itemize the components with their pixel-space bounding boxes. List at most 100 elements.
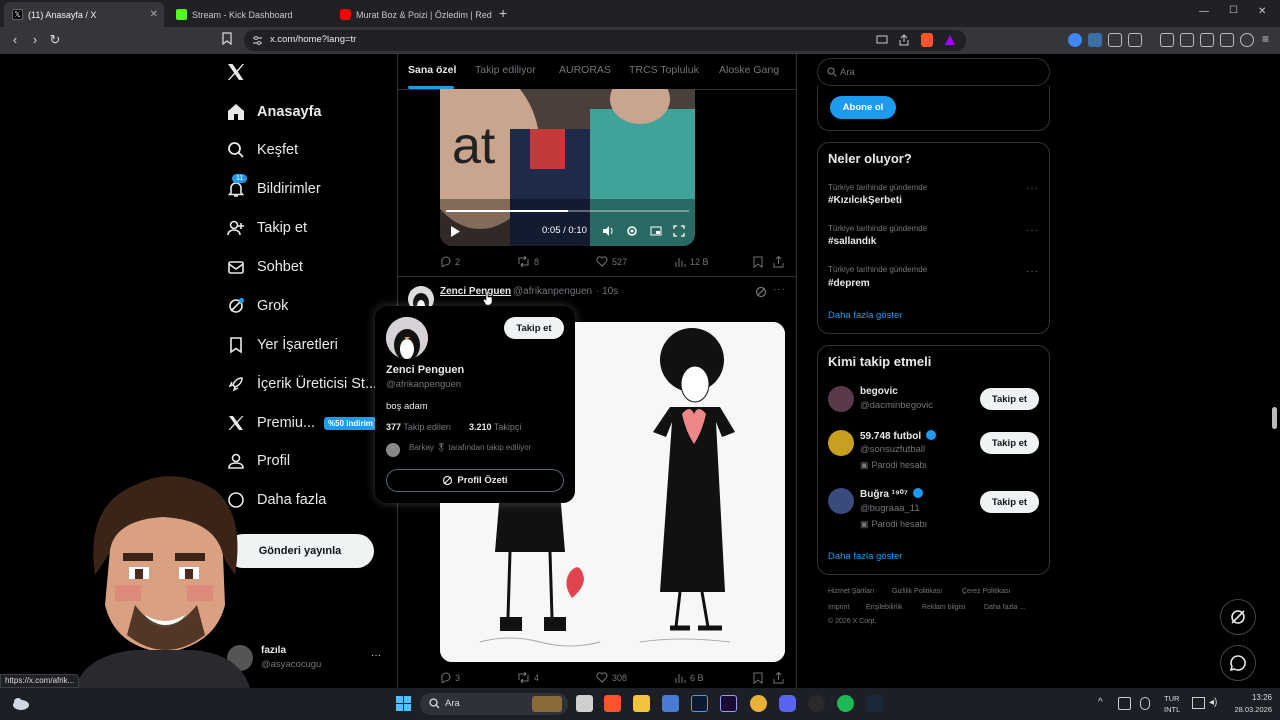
post-author-handle[interactable]: @afrikanpenguen bbox=[513, 286, 592, 297]
new-tab-button[interactable]: + bbox=[499, 5, 507, 21]
trend-item[interactable]: #deprem bbox=[828, 278, 870, 289]
grok-float-button[interactable] bbox=[1220, 599, 1256, 635]
tab-auroras[interactable]: AURORAS bbox=[559, 64, 611, 76]
clock-date[interactable]: 28.03.2026 bbox=[1226, 705, 1272, 714]
media-icon[interactable] bbox=[1160, 33, 1174, 47]
sidebar-icon[interactable] bbox=[1180, 33, 1194, 47]
bookmark-post-icon[interactable] bbox=[753, 256, 763, 268]
reload-icon[interactable]: ↻ bbox=[47, 32, 63, 48]
sidebar-item-grok[interactable]: Grok bbox=[226, 288, 288, 324]
address-bar[interactable]: x.com/home?lang=tr bbox=[244, 30, 966, 51]
bookmark-post-icon[interactable] bbox=[753, 672, 763, 684]
browser-tab-youtube[interactable]: Murat Boz & Poizi | Özledim | Red Bu bbox=[332, 2, 492, 27]
file-explorer-icon[interactable] bbox=[633, 695, 650, 712]
vpn-icon[interactable] bbox=[1240, 33, 1254, 47]
store-icon[interactable] bbox=[662, 695, 679, 712]
extension-icon[interactable] bbox=[1068, 33, 1082, 47]
hovercard-name[interactable]: Zenci Penguen bbox=[386, 364, 464, 376]
hovercard-handle[interactable]: @afrikanpenguen bbox=[386, 379, 461, 390]
footer-link[interactable]: Hizmet Şartları bbox=[828, 588, 874, 595]
settings-icon[interactable] bbox=[626, 225, 638, 237]
suggestion-handle[interactable]: @sonsuzfutball bbox=[860, 444, 925, 455]
leo-icon[interactable] bbox=[1220, 33, 1234, 47]
fullscreen-icon[interactable] bbox=[673, 225, 685, 237]
screen-cast-icon[interactable] bbox=[876, 34, 888, 46]
maximize-button[interactable]: ☐ bbox=[1229, 5, 1238, 16]
footer-link[interactable]: Gizlilik Politikası bbox=[892, 588, 942, 595]
trend-more-icon[interactable]: ··· bbox=[1026, 183, 1039, 194]
footer-link[interactable]: Imprint bbox=[828, 604, 849, 611]
sidebar-item-home[interactable]: Anasayfa bbox=[226, 94, 321, 130]
trends-show-more-link[interactable]: Daha fazla göster bbox=[828, 310, 902, 321]
volume-tray-icon[interactable]: ◂) bbox=[1209, 697, 1217, 708]
tray-chevron-icon[interactable]: ^ bbox=[1098, 697, 1103, 708]
page-scrollbar-thumb[interactable] bbox=[1272, 407, 1277, 429]
x-home-logo-icon[interactable] bbox=[226, 62, 246, 82]
trend-more-icon[interactable]: ··· bbox=[1026, 225, 1039, 236]
hovercard-followed-by[interactable]: Barkay 🎖 tarafından takip ediliyor bbox=[409, 443, 531, 452]
suggestion-avatar[interactable] bbox=[828, 430, 854, 456]
tab-following[interactable]: Takip ediliyor bbox=[475, 64, 536, 76]
brave-shield-icon[interactable] bbox=[921, 33, 933, 47]
trend-item[interactable]: #sallandık bbox=[828, 236, 876, 247]
footer-link[interactable]: Erişilebilirlik bbox=[866, 604, 903, 611]
close-window-button[interactable]: ✕ bbox=[1258, 6, 1266, 17]
steam-icon[interactable] bbox=[866, 695, 883, 712]
tab-aloske-gang[interactable]: Aloske Gang bbox=[719, 64, 779, 76]
views-button[interactable]: 6 B bbox=[675, 672, 704, 683]
suggestion-avatar[interactable] bbox=[828, 488, 854, 514]
reply-button[interactable]: 2 bbox=[440, 256, 460, 267]
weather-icon[interactable] bbox=[10, 694, 30, 712]
repost-button[interactable]: 4 bbox=[517, 672, 539, 683]
share-post-icon[interactable] bbox=[773, 672, 784, 684]
search-box[interactable]: Ara bbox=[817, 58, 1050, 86]
sidebar-item-notifications[interactable]: 11 Bildirimler bbox=[226, 171, 321, 207]
obs-icon[interactable] bbox=[808, 695, 825, 712]
discord-icon[interactable] bbox=[779, 695, 796, 712]
repost-button[interactable]: 8 bbox=[517, 256, 539, 267]
bookmark-page-icon[interactable] bbox=[221, 32, 237, 48]
grok-explain-icon[interactable] bbox=[755, 286, 767, 298]
minimize-button[interactable]: — bbox=[1199, 6, 1209, 17]
spotify-icon[interactable] bbox=[837, 695, 854, 712]
post-more-icon[interactable]: ··· bbox=[773, 284, 786, 295]
taskbar-search[interactable]: Ara bbox=[420, 693, 568, 715]
wallet-icon[interactable] bbox=[1200, 33, 1214, 47]
hovercard-follow-button[interactable]: Takip et bbox=[504, 317, 564, 339]
footer-link[interactable]: Daha fazla ... bbox=[984, 604, 1025, 611]
post-author-name[interactable]: Zenci Penguen bbox=[440, 286, 511, 297]
extension-icon[interactable] bbox=[1128, 33, 1142, 47]
keyboard-language[interactable]: TUR bbox=[1164, 694, 1179, 703]
close-tab-icon[interactable]: ✕ bbox=[150, 9, 158, 20]
play-icon[interactable] bbox=[450, 226, 460, 237]
premiere-icon[interactable] bbox=[720, 695, 737, 712]
tray-icon[interactable] bbox=[1118, 697, 1131, 710]
sidebar-item-explore[interactable]: Keşfet bbox=[226, 132, 298, 168]
share-icon[interactable] bbox=[898, 34, 910, 46]
messages-float-button[interactable] bbox=[1220, 645, 1256, 681]
suggestion-avatar[interactable] bbox=[828, 386, 854, 412]
footer-link[interactable]: Çerez Politikası bbox=[962, 588, 1011, 595]
who-show-more-link[interactable]: Daha fazla göster bbox=[828, 551, 902, 562]
share-post-icon[interactable] bbox=[773, 256, 784, 268]
brave-taskbar-icon[interactable] bbox=[604, 695, 621, 712]
microphone-icon[interactable] bbox=[1140, 697, 1150, 710]
views-button[interactable]: 12 B bbox=[675, 256, 709, 267]
sidebar-item-messages[interactable]: Sohbet bbox=[226, 249, 303, 285]
suggestion-name[interactable]: Buğra ¹⁹⁰⁷ bbox=[860, 488, 923, 500]
suggestion-name[interactable]: begovic bbox=[860, 386, 898, 397]
extension-icon[interactable] bbox=[1088, 33, 1102, 47]
browser-tab-active[interactable]: 𝕏 (11) Anasayfa / X ✕ bbox=[4, 2, 164, 27]
sidebar-item-bookmarks[interactable]: Yer İşaretleri bbox=[226, 327, 338, 363]
sidebar-item-creator-studio[interactable]: İçerik Üreticisi St... bbox=[226, 366, 377, 402]
menu-icon[interactable]: ≡ bbox=[1262, 32, 1269, 46]
footer-link[interactable]: Reklam bilgisi bbox=[922, 604, 965, 611]
task-view-icon[interactable] bbox=[576, 695, 593, 712]
trend-item[interactable]: #KızılcıkŞerbeti bbox=[828, 195, 902, 206]
pip-icon[interactable] bbox=[650, 225, 662, 237]
hovercard-followers[interactable]: 3.210 Takipçi bbox=[469, 422, 521, 432]
suggestion-name[interactable]: 59.748 futbol bbox=[860, 430, 936, 442]
hovercard-avatar[interactable] bbox=[386, 317, 428, 359]
extension-icon[interactable] bbox=[1108, 33, 1122, 47]
suggestion-follow-button[interactable]: Takip et bbox=[980, 432, 1039, 454]
